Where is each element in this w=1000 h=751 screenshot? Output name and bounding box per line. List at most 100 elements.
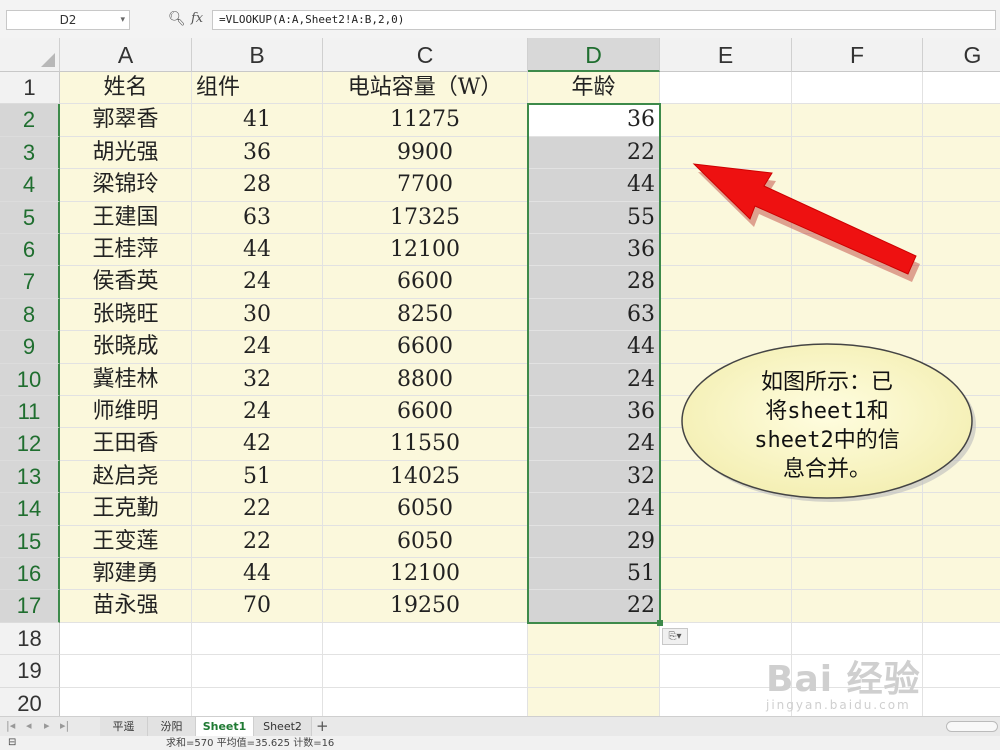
cell-c3[interactable]: 9900	[323, 136, 528, 170]
cell-g7[interactable]	[923, 266, 1000, 299]
sheet-tab[interactable]: 平遥	[100, 717, 148, 736]
cell-c19[interactable]	[323, 655, 528, 688]
cell-c17[interactable]: 19250	[323, 590, 528, 623]
cell-a13[interactable]: 赵启尧	[60, 460, 192, 494]
sheet-tab[interactable]: Sheet2	[254, 717, 312, 736]
cell-f1[interactable]	[792, 72, 923, 105]
row-header[interactable]: 18	[0, 622, 60, 656]
row-header[interactable]: 16	[0, 558, 60, 591]
row-header[interactable]: 6	[0, 234, 60, 267]
cell-d17[interactable]: 22	[528, 590, 660, 623]
cell-d7[interactable]: 28	[528, 266, 660, 299]
cell-g1[interactable]	[923, 72, 1000, 105]
formula-input[interactable]: =VLOOKUP(A:A,Sheet2!A:B,2,0)	[212, 10, 996, 30]
cell-b17[interactable]: 70	[192, 590, 323, 623]
cell-a20[interactable]	[60, 687, 192, 716]
column-header-f[interactable]: F	[792, 38, 923, 72]
cell-d4[interactable]: 44	[528, 169, 660, 202]
cell-a8[interactable]: 张晓旺	[60, 298, 192, 332]
row-header[interactable]: 19	[0, 655, 60, 688]
cell-a2[interactable]: 郭翠香	[60, 104, 192, 137]
cell-g8[interactable]	[923, 298, 1000, 332]
cell-c14[interactable]: 6050	[323, 493, 528, 526]
cell-a12[interactable]: 王田香	[60, 428, 192, 461]
cell-d8[interactable]: 63	[528, 298, 660, 332]
row-header[interactable]: 20	[0, 687, 60, 716]
column-header-c[interactable]: C	[323, 38, 528, 72]
cell-b6[interactable]: 44	[192, 234, 323, 267]
cell-g2[interactable]	[923, 104, 1000, 137]
cell-e17[interactable]	[660, 590, 792, 623]
cell-d12[interactable]: 24	[528, 428, 660, 461]
cell-a14[interactable]: 王克勤	[60, 493, 192, 526]
cell-c13[interactable]: 14025	[323, 460, 528, 494]
row-header[interactable]: 2	[0, 104, 60, 137]
cell-a16[interactable]: 郭建勇	[60, 558, 192, 591]
cell-c12[interactable]: 11550	[323, 428, 528, 461]
cell-b18[interactable]	[192, 622, 323, 656]
last-sheet-icon[interactable]: ▸|	[60, 719, 69, 732]
row-header[interactable]: 8	[0, 298, 60, 332]
cell-b5[interactable]: 63	[192, 201, 323, 234]
column-header-a[interactable]: A	[60, 38, 192, 72]
cell-b13[interactable]: 51	[192, 460, 323, 494]
sheet-tab-active[interactable]: Sheet1	[196, 717, 254, 736]
cell-c10[interactable]: 8800	[323, 363, 528, 396]
cell-a7[interactable]: 侯香英	[60, 266, 192, 299]
cell-b16[interactable]: 44	[192, 558, 323, 591]
row-header[interactable]: 12	[0, 428, 60, 461]
cell-a9[interactable]: 张晓成	[60, 331, 192, 364]
cell-c11[interactable]: 6600	[323, 396, 528, 429]
cell-a10[interactable]: 冀桂林	[60, 363, 192, 396]
cell-c8[interactable]: 8250	[323, 298, 528, 332]
cell-d2[interactable]: 36	[528, 104, 660, 137]
row-header[interactable]: 4	[0, 169, 60, 202]
cell-c9[interactable]: 6600	[323, 331, 528, 364]
cell-a17[interactable]: 苗永强	[60, 590, 192, 623]
magnifier-icon[interactable]: 🔍︎	[168, 11, 186, 27]
cell-a4[interactable]: 梁锦玲	[60, 169, 192, 202]
cell-b7[interactable]: 24	[192, 266, 323, 299]
cell-d11[interactable]: 36	[528, 396, 660, 429]
cell-c1[interactable]: 电站容量（W）	[323, 72, 528, 105]
cell-g16[interactable]	[923, 558, 1000, 591]
row-header[interactable]: 1	[0, 72, 60, 105]
cell-g3[interactable]	[923, 136, 1000, 170]
prev-sheet-icon[interactable]: ◂	[26, 719, 32, 732]
cell-d5[interactable]: 55	[528, 201, 660, 234]
cell-d1[interactable]: 年龄	[528, 72, 660, 105]
row-header[interactable]: 7	[0, 266, 60, 299]
cell-g4[interactable]	[923, 169, 1000, 202]
name-box[interactable]: D2 ▾	[6, 10, 130, 30]
add-sheet-button[interactable]: +	[316, 717, 329, 736]
cell-b14[interactable]: 22	[192, 493, 323, 526]
cell-f16[interactable]	[792, 558, 923, 591]
first-sheet-icon[interactable]: |◂	[6, 719, 15, 732]
row-header[interactable]: 9	[0, 331, 60, 364]
cell-g17[interactable]	[923, 590, 1000, 623]
cell-g5[interactable]	[923, 201, 1000, 234]
cell-a1[interactable]: 姓名	[60, 72, 192, 105]
cell-b20[interactable]	[192, 687, 323, 716]
cell-d6[interactable]: 36	[528, 234, 660, 267]
cell-e16[interactable]	[660, 558, 792, 591]
cell-c2[interactable]: 11275	[323, 104, 528, 137]
column-header-e[interactable]: E	[660, 38, 792, 72]
cell-b3[interactable]: 36	[192, 136, 323, 170]
sheet-tab[interactable]: 汾阳	[148, 717, 196, 736]
fx-icon[interactable]: fx	[191, 11, 203, 26]
cell-b2[interactable]: 41	[192, 104, 323, 137]
column-header-d[interactable]: D	[528, 38, 660, 72]
next-sheet-icon[interactable]: ▸	[44, 719, 50, 732]
cell-c5[interactable]: 17325	[323, 201, 528, 234]
cell-a19[interactable]	[60, 655, 192, 688]
cell-c18[interactable]	[323, 622, 528, 656]
cell-b10[interactable]: 32	[192, 363, 323, 396]
cell-e2[interactable]	[660, 104, 792, 137]
cell-b12[interactable]: 42	[192, 428, 323, 461]
macro-icon[interactable]: ⊟	[8, 736, 16, 750]
cell-a15[interactable]: 王变莲	[60, 525, 192, 558]
cell-c6[interactable]: 12100	[323, 234, 528, 267]
cell-d18[interactable]	[528, 622, 660, 656]
cell-d14[interactable]: 24	[528, 493, 660, 526]
